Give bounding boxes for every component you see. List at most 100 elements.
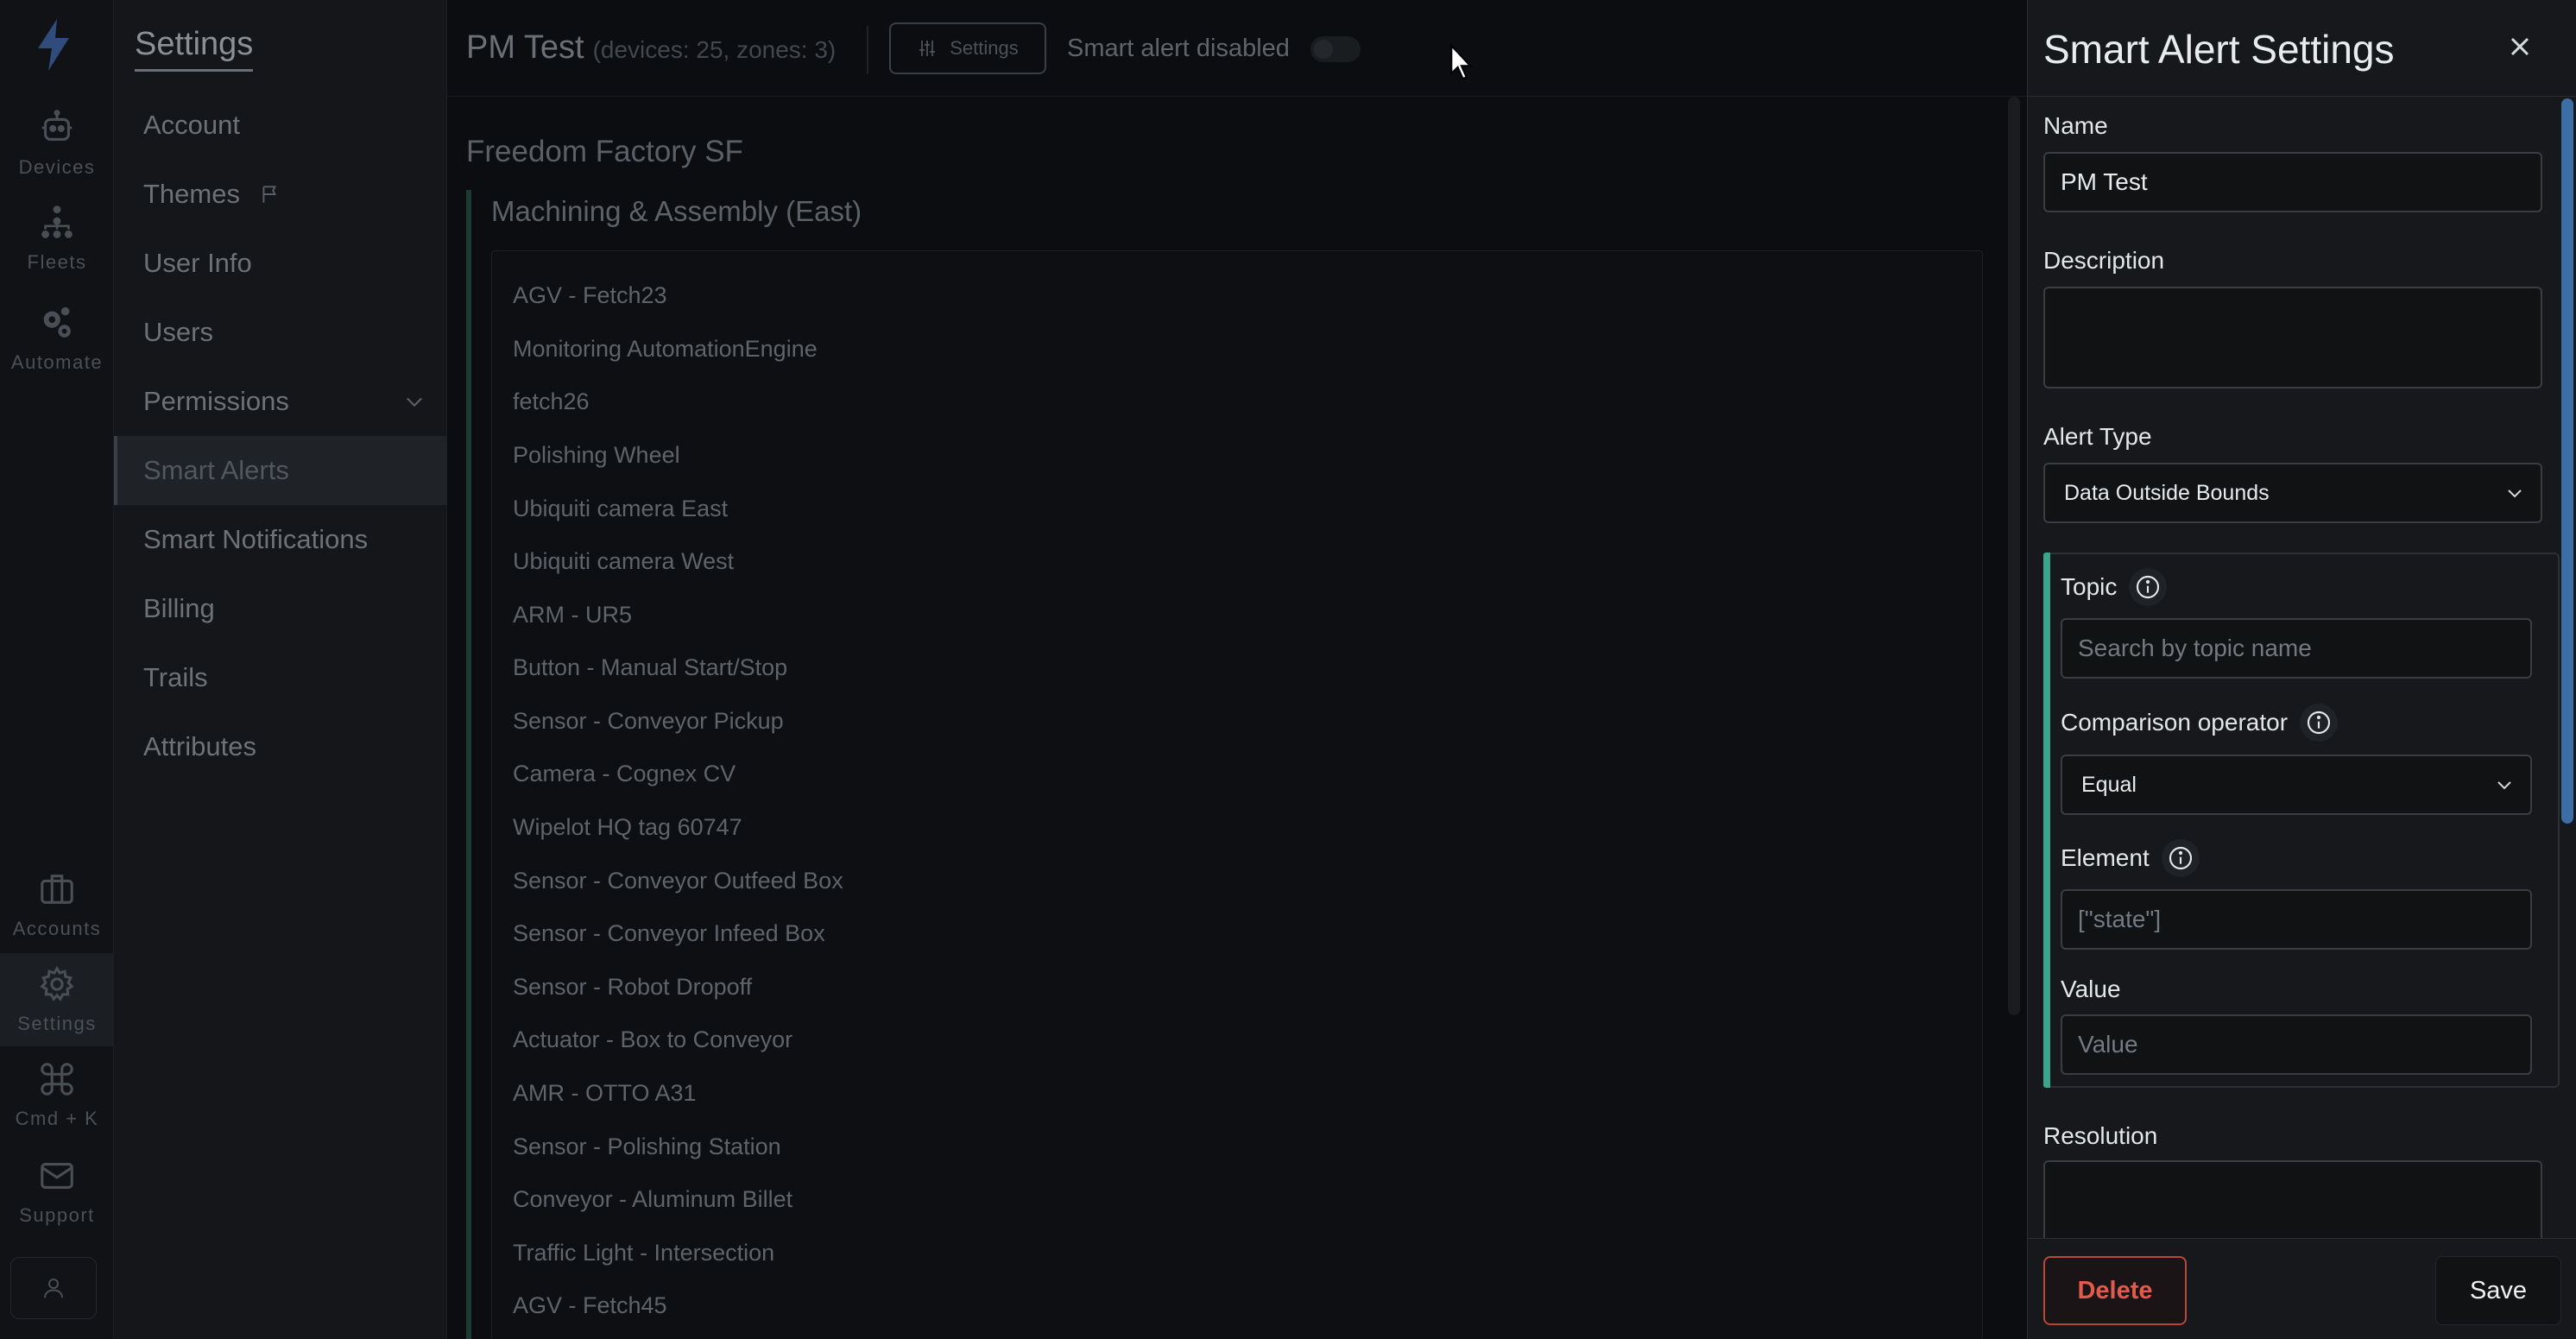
menu-item-themes[interactable]: Themes (114, 160, 447, 229)
comparison-operator-label-text: Comparison operator (2061, 709, 2289, 736)
rail-item-label: Devices (18, 156, 96, 178)
element-label: Element (2061, 839, 2200, 877)
device-item[interactable]: Monitoring AutomationEngine (513, 336, 818, 363)
device-item[interactable]: fetch26 (513, 388, 590, 415)
comparison-operator-label: Comparison operator (2061, 704, 2339, 742)
value-input[interactable]: Value (2061, 1014, 2532, 1075)
device-item[interactable]: Polishing Wheel (513, 442, 680, 469)
chevron-down-icon (2497, 781, 2511, 790)
rail-item-settings[interactable]: Settings (0, 953, 114, 1046)
rail-item-cmd-k[interactable]: Cmd + K (0, 1048, 114, 1141)
device-item[interactable]: Sensor - Conveyor Pickup (513, 708, 784, 735)
element-label-text: Element (2061, 844, 2150, 871)
value-label: Value (2061, 976, 2121, 1003)
menu-item-label: Users (143, 317, 213, 347)
alert-name: PM Test (466, 29, 584, 66)
name-label-text: Name (2043, 112, 2108, 139)
value-label-text: Value (2061, 976, 2121, 1002)
device-item[interactable]: Button - Manual Start/Stop (513, 654, 787, 681)
rail-item-support[interactable]: Support (0, 1145, 114, 1238)
user-icon (44, 1279, 63, 1298)
device-item[interactable]: Wipelot HQ tag 60747 (513, 814, 742, 841)
alert-enabled-toggle[interactable] (1310, 36, 1361, 62)
menu-item-trails[interactable]: Trails (114, 643, 447, 712)
alert-status-label: Smart alert disabled (1067, 35, 1290, 62)
menu-item-smart-notifications[interactable]: Smart Notifications (114, 505, 447, 574)
element-input[interactable]: ["state"] (2061, 889, 2532, 950)
logo-icon[interactable] (33, 17, 74, 73)
condition-accent-bar (2043, 553, 2050, 1088)
topic-label: Topic (2061, 568, 2168, 606)
device-item[interactable]: Camera - Cognex CV (513, 761, 736, 787)
robot-icon (41, 110, 73, 141)
info-icon[interactable] (2300, 704, 2339, 742)
device-item[interactable]: Conveyor - Aluminum Billet (513, 1186, 792, 1213)
settings-menu-title: Settings (135, 26, 254, 72)
rail-item-automate[interactable]: Automate (0, 292, 114, 385)
device-item[interactable]: Ubiquiti camera West (513, 548, 734, 575)
zone-indicator (466, 190, 471, 1339)
device-item[interactable]: Sensor - Conveyor Outfeed Box (513, 868, 843, 894)
device-item[interactable]: Actuator - Box to Conveyor (513, 1026, 792, 1053)
device-item[interactable]: AGV - Fetch45 (513, 1292, 667, 1319)
rail-item-label: Accounts (12, 918, 102, 939)
rail-item-devices[interactable]: Devices (0, 97, 114, 190)
info-icon[interactable] (2129, 568, 2168, 606)
alert-type-select[interactable]: Data Outside Bounds (2043, 463, 2542, 523)
settings-button[interactable]: Settings (889, 22, 1046, 74)
rail-item-fleets[interactable]: Fleets (0, 192, 114, 285)
menu-item-attributes[interactable]: Attributes (114, 712, 447, 781)
user-avatar-button[interactable] (10, 1257, 97, 1319)
comparison-operator-select[interactable]: Equal (2061, 755, 2532, 815)
info-icon[interactable] (2161, 839, 2200, 877)
device-item[interactable]: AMR - OTTO A31 (513, 1080, 697, 1107)
resolution-label-text: Resolution (2043, 1122, 2158, 1149)
save-button[interactable]: Save (2435, 1256, 2561, 1325)
rail-item-accounts[interactable]: Accounts (0, 858, 114, 951)
chevron-down-icon (2508, 489, 2522, 498)
menu-item-label: Account (143, 110, 241, 140)
briefcase-icon (41, 875, 73, 904)
menu-item-label: Permissions (143, 386, 289, 416)
menu-item-label: Trails (143, 662, 208, 692)
topic-label-text: Topic (2061, 573, 2118, 600)
description-textarea[interactable] (2043, 287, 2542, 388)
delete-button[interactable]: Delete (2043, 1256, 2187, 1325)
site-name: Freedom Factory SF (466, 135, 743, 168)
device-item[interactable]: AGV - Fetch23 (513, 282, 667, 309)
main-scrollbar[interactable] (2008, 97, 2020, 1015)
device-item[interactable]: Traffic Light - Intersection (513, 1240, 774, 1266)
menu-item-smart-alerts[interactable]: Smart Alerts (114, 436, 447, 505)
smart-alert-settings-drawer: Smart Alert Settings Name PM Test Descri… (2027, 0, 2576, 1339)
main-content: PM Test (devices: 25, zones: 3) Settings … (447, 0, 2029, 1339)
mouse-cursor-icon (1450, 43, 1473, 80)
settings-button-label: Settings (950, 37, 1019, 59)
drawer-title: Smart Alert Settings (2043, 27, 2395, 72)
menu-item-permissions[interactable]: Permissions (114, 367, 447, 436)
device-item[interactable]: Sensor - Robot Dropoff (513, 974, 752, 1001)
settings-menu: Settings Account Themes User Info Users … (114, 0, 447, 1339)
device-item[interactable]: Sensor - Polishing Station (513, 1134, 781, 1160)
alert-type-label-text: Alert Type (2043, 423, 2152, 450)
name-input[interactable]: PM Test (2043, 152, 2542, 212)
menu-item-label: Attributes (143, 731, 256, 761)
menu-item-account[interactable]: Account (114, 91, 447, 160)
menu-item-user-info[interactable]: User Info (114, 229, 447, 298)
drawer-scrollbar[interactable] (2561, 98, 2573, 824)
alert-type-value: Data Outside Bounds (2064, 480, 2270, 505)
header-divider (867, 26, 868, 74)
device-item[interactable]: Sensor - Conveyor Infeed Box (513, 920, 825, 947)
topic-search-input[interactable]: Search by topic name (2061, 618, 2532, 679)
hierarchy-icon (41, 205, 73, 238)
description-label-text: Description (2043, 247, 2165, 274)
device-item[interactable]: Ubiquiti camera East (513, 496, 728, 522)
resolution-textarea[interactable] (2043, 1160, 2542, 1247)
menu-item-users[interactable]: Users (114, 298, 447, 367)
menu-item-label: Billing (143, 593, 215, 623)
resolution-label: Resolution (2043, 1122, 2157, 1150)
menu-item-billing[interactable]: Billing (114, 574, 447, 643)
rail-item-label: Settings (17, 1013, 97, 1034)
close-icon[interactable] (2504, 31, 2535, 62)
zone-name: Machining & Assembly (East) (491, 195, 862, 227)
device-item[interactable]: ARM - UR5 (513, 602, 632, 628)
